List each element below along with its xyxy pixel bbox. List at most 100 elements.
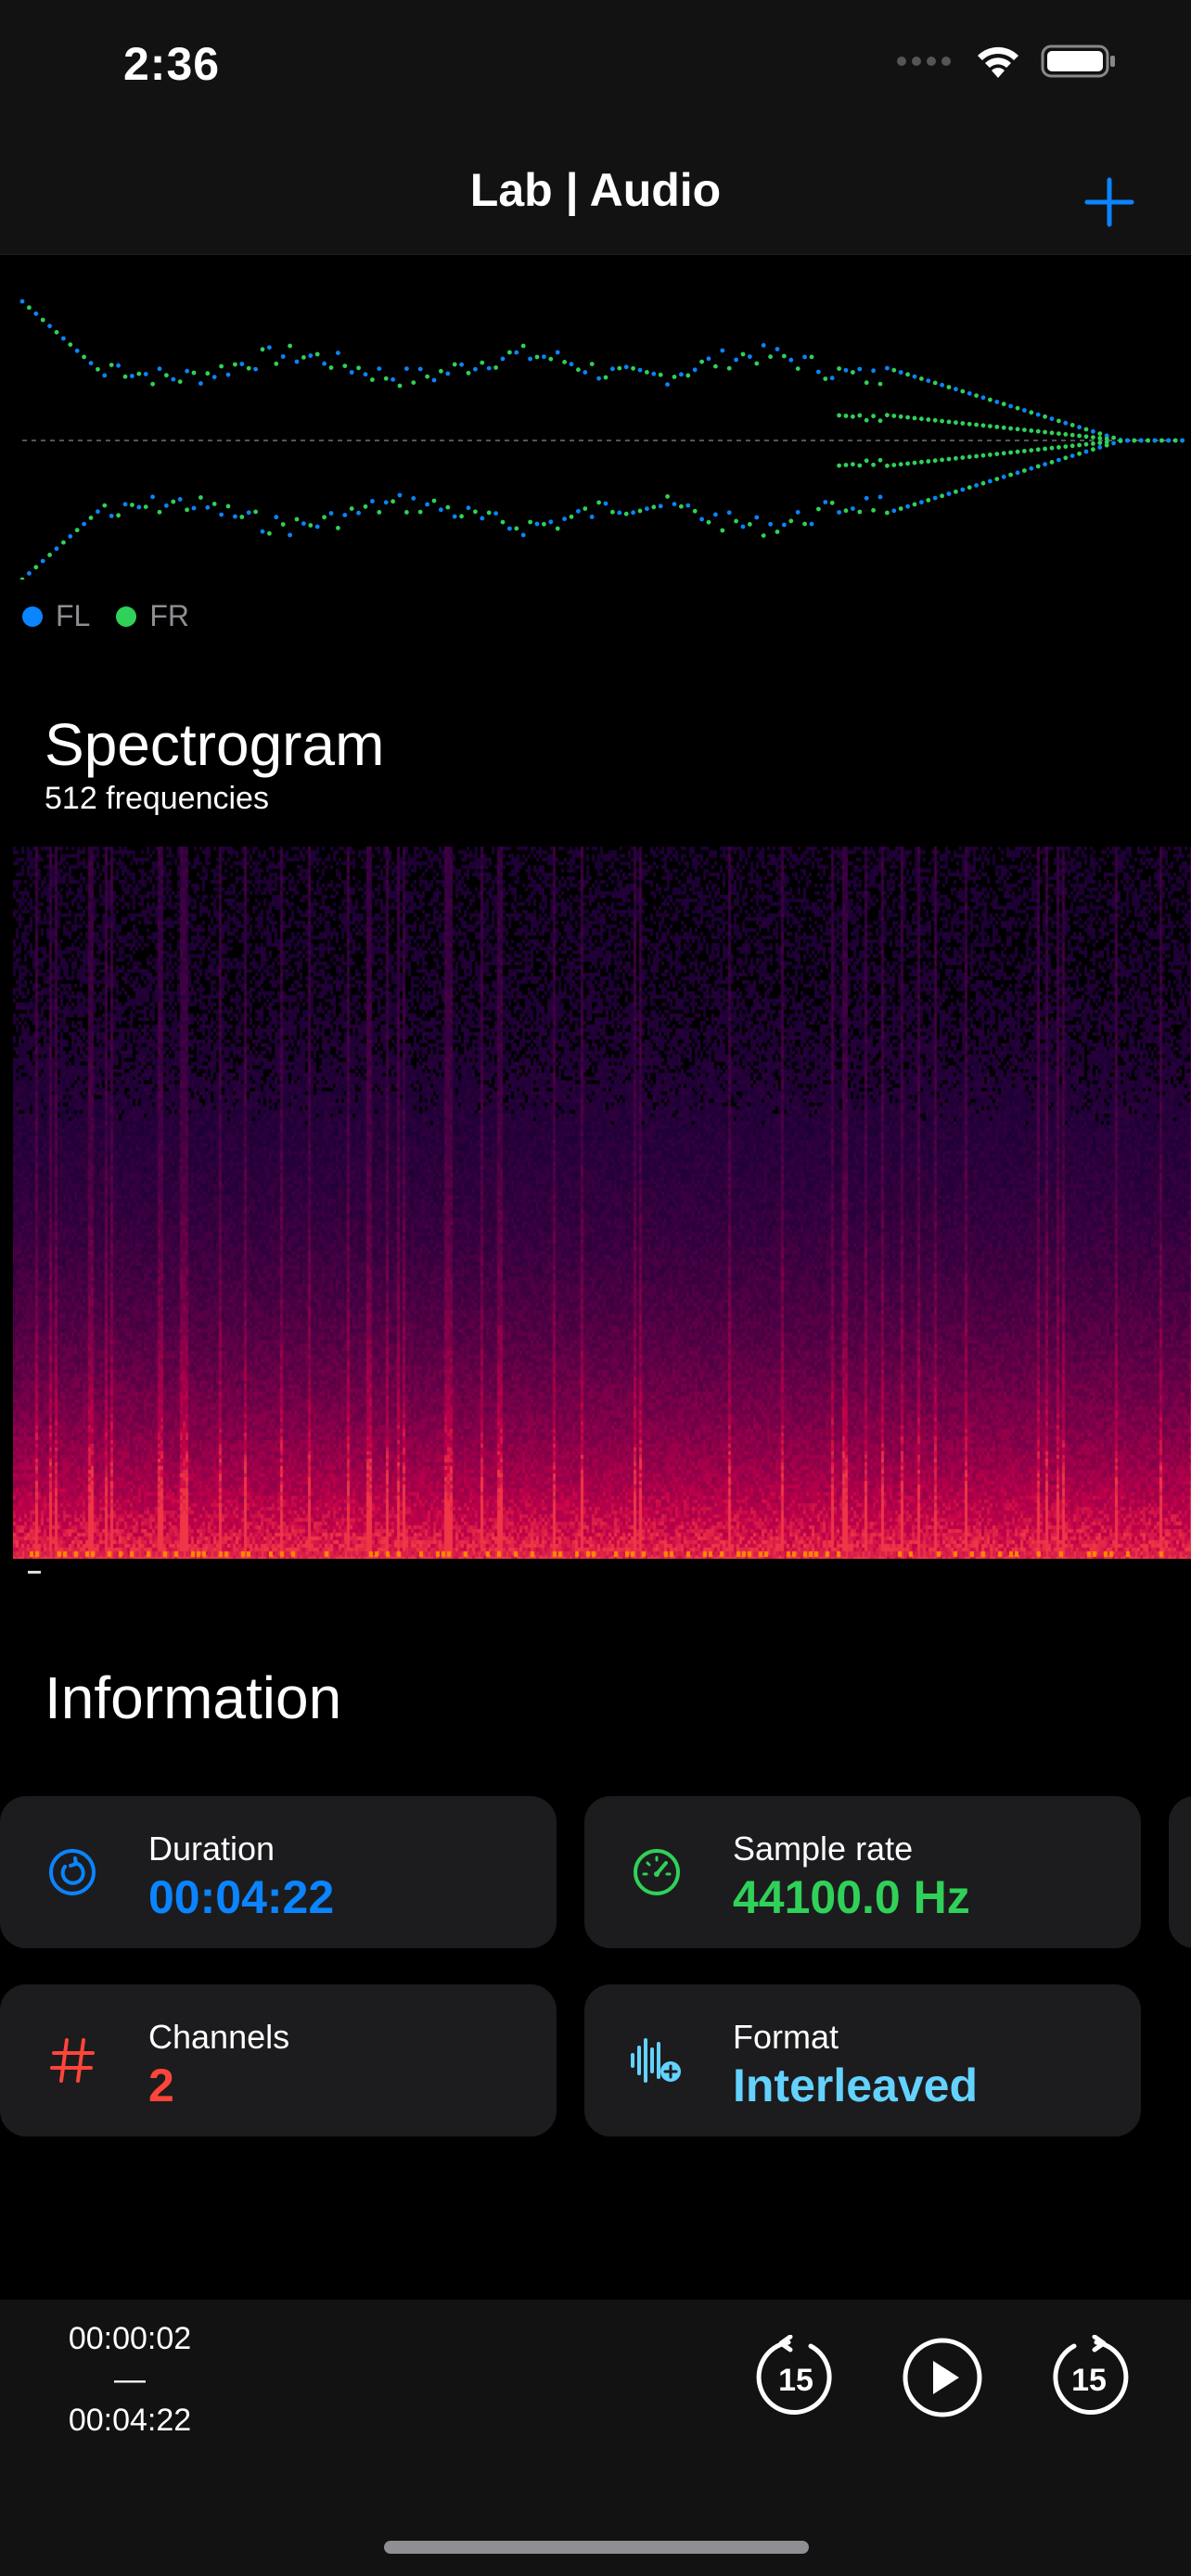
waveform-point (603, 375, 608, 380)
waveform-point (940, 457, 944, 463)
waveform-point (116, 363, 121, 368)
waveform-point (788, 357, 794, 363)
waveform-point (932, 458, 938, 464)
spectrogram-title: Spectrogram (45, 711, 385, 778)
waveform-point (816, 506, 821, 512)
spectrogram-subtitle: 512 frequencies (45, 781, 269, 816)
waveform-point (528, 519, 532, 525)
waveform-point (356, 365, 361, 371)
waveform-point (96, 366, 100, 372)
add-button[interactable] (1065, 158, 1154, 247)
spectrogram-tick (28, 1571, 41, 1574)
waveform-point (363, 372, 368, 377)
waveform-point (239, 362, 245, 366)
waveform-point (1043, 462, 1047, 467)
sample-rate-label: Sample rate (733, 1830, 914, 1868)
waveform-point (658, 372, 663, 377)
waveform-point (864, 417, 869, 423)
waveform-point (542, 521, 546, 527)
waveform-point (473, 509, 478, 515)
waveform-point (692, 508, 698, 514)
waveform-point (823, 376, 828, 381)
waveform-point (150, 381, 156, 387)
waveform-point (877, 418, 883, 424)
waveform-point (967, 454, 972, 460)
waveform-point (782, 522, 787, 528)
waveform-point (1132, 438, 1137, 443)
waveform-point (713, 512, 718, 517)
waveform-point (603, 501, 608, 506)
waveform-point (960, 487, 966, 492)
waveform-point (631, 365, 635, 371)
waveform-point (54, 546, 59, 552)
waveform-point (88, 361, 94, 365)
waveform-point (233, 514, 237, 519)
waveform-point (734, 357, 738, 363)
waveform-point (988, 424, 992, 428)
waveform-point (658, 504, 663, 509)
waveform-point (1166, 438, 1172, 443)
waveform-point (919, 459, 924, 465)
waveform-point (740, 351, 746, 357)
waveform-point (768, 354, 773, 360)
waveform-point (1029, 465, 1034, 471)
waveform-point (857, 509, 863, 515)
play-button[interactable] (898, 2333, 987, 2422)
waveform-point (988, 397, 992, 402)
waveform-point (967, 390, 972, 396)
waveform-point (157, 366, 162, 372)
navigation-bar: Lab | Audio (0, 139, 1191, 255)
waveform-point (294, 359, 300, 364)
waveform-point (748, 354, 752, 359)
waveform-point (885, 510, 890, 516)
waveform-point (932, 495, 938, 501)
skip-back-button[interactable]: 15 (751, 2333, 840, 2422)
waveform-point (795, 366, 800, 371)
waveform-point (500, 519, 506, 525)
waveform-point (253, 366, 258, 372)
waveform-point (1118, 439, 1123, 443)
waveform-point (596, 500, 601, 505)
waveform-point (837, 366, 841, 371)
waveform-point (431, 498, 437, 504)
waveform-point (960, 455, 966, 460)
waveform-point (74, 528, 80, 533)
waveform-point (411, 496, 416, 501)
waveform-point (136, 371, 142, 376)
waveform-point (1029, 448, 1034, 453)
waveform-point (19, 299, 25, 304)
waveform-point (864, 380, 869, 386)
waveform-point (1111, 435, 1116, 440)
waveform-point (288, 532, 292, 538)
waveform-point (954, 420, 958, 426)
spectrogram-image (13, 847, 1191, 1559)
waveform-point (898, 506, 903, 511)
waveform-point (514, 350, 519, 355)
waveform-point (761, 533, 766, 538)
waveform-point (946, 385, 952, 389)
waveform-point (837, 510, 841, 515)
waveform-point (1063, 444, 1069, 449)
legend-dot-fl (22, 606, 43, 627)
waveform-point (679, 504, 684, 509)
waveform-point (1015, 427, 1020, 432)
waveform-point (493, 511, 498, 516)
waveform-point (692, 367, 698, 373)
waveform-point (891, 508, 897, 514)
waveform-point (1097, 440, 1103, 445)
legend-dot-fr (116, 606, 137, 627)
waveform-point (980, 453, 986, 458)
waveform-point (211, 502, 217, 506)
waveform-point (47, 553, 52, 557)
waveform-point (177, 379, 183, 384)
waveform-point (548, 519, 554, 525)
waveform-point (891, 463, 897, 467)
waveform-point (919, 416, 924, 422)
waveform-point (1029, 428, 1034, 433)
waveform-point (19, 577, 25, 580)
waveform-point (699, 359, 704, 364)
waveform-point (775, 347, 780, 351)
skip-forward-button[interactable]: 15 (1044, 2333, 1133, 2422)
waveform-point (885, 365, 890, 371)
waveform-point (280, 522, 286, 527)
